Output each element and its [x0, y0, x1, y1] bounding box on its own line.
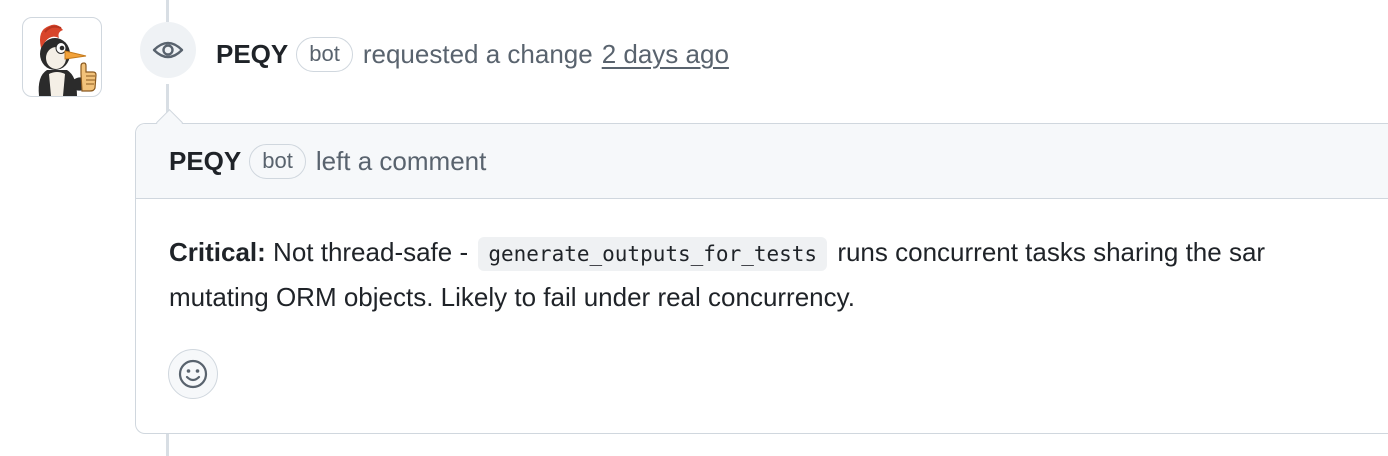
review-comment: PEQY bot left a comment Critical: Not th… [135, 123, 1388, 434]
comment-body: Critical: Not thread-safe - generate_out… [136, 199, 1388, 319]
add-reaction-button[interactable] [168, 349, 218, 399]
comment-severity-label: Critical: [169, 237, 266, 267]
event-author-link[interactable]: PEQY [216, 39, 288, 70]
woodpecker-mascot-icon [38, 24, 97, 96]
comment-text: Not thread-safe - [265, 237, 476, 267]
smiley-icon [178, 359, 208, 389]
timeline-event: PEQY bot requested a change 2 days ago [216, 33, 729, 75]
avatar[interactable] [22, 17, 102, 97]
comment-line-2: mutating ORM objects. Likely to fail und… [169, 282, 855, 312]
inline-code: generate_outputs_for_tests [478, 237, 828, 271]
event-timestamp-link[interactable]: 2 days ago [602, 39, 729, 70]
bot-badge: bot [296, 36, 353, 72]
pull-request-timeline: PEQY bot requested a change 2 days ago P… [0, 0, 1388, 456]
comment-text: runs concurrent tasks sharing the sar [830, 237, 1266, 267]
comment-line-1: Critical: Not thread-safe - generate_out… [169, 231, 1388, 276]
timeline-line [166, 0, 169, 22]
eye-icon [152, 41, 184, 59]
comment-action-text: left a comment [315, 145, 487, 176]
timeline-line [166, 434, 169, 456]
comment-author-link[interactable]: PEQY [169, 146, 241, 177]
event-action-text: requested a change [362, 38, 593, 69]
event-icon-container [140, 22, 196, 78]
bot-badge: bot [249, 143, 306, 179]
comment-header: PEQY bot left a comment [136, 124, 1388, 199]
